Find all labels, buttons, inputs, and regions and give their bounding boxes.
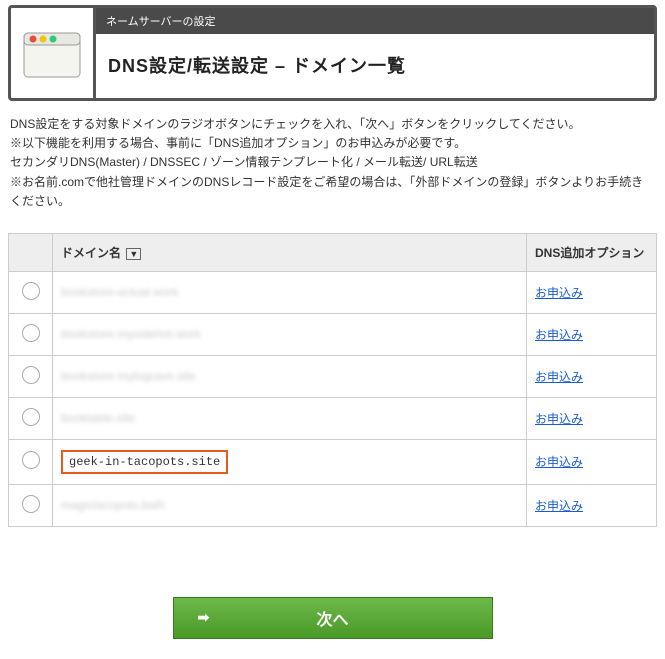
domain-name: bookstore-mysidehot.work: [61, 327, 201, 341]
radio-cell: [9, 355, 53, 397]
desc-line-4: ※お名前.comで他社管理ドメインのDNSレコード設定をご希望の場合は、「外部ド…: [10, 173, 655, 211]
table-row: booktable.site お申込み: [9, 397, 657, 439]
domain-radio[interactable]: [22, 495, 40, 513]
option-cell: お申込み: [527, 355, 657, 397]
description-block: DNS設定をする対象ドメインのラジオボタンにチェックを入れ、「次へ」ボタンをクリ…: [0, 101, 665, 221]
radio-cell: [9, 484, 53, 526]
domain-cell: bookstore-mytograve.site: [53, 355, 527, 397]
table-row: bookstore-actual.work お申込み: [9, 271, 657, 313]
header-panel: ネームサーバーの設定 DNS設定/転送設定 – ドメイン一覧: [8, 5, 657, 101]
domain-cell: booktable.site: [53, 397, 527, 439]
table-header-row: ドメイン名 ▼ DNS追加オプション: [9, 233, 657, 271]
table-row: geek-in-tacopots.site お申込み: [9, 439, 657, 484]
desc-line-1: DNS設定をする対象ドメインのラジオボタンにチェックを入れ、「次へ」ボタンをクリ…: [10, 115, 655, 134]
desc-line-3: セカンダリDNS(Master) / DNSSEC / ゾーン情報テンプレート化…: [10, 153, 655, 172]
radio-cell: [9, 313, 53, 355]
domain-header[interactable]: ドメイン名 ▼: [53, 233, 527, 271]
domain-cell: bookstore-mysidehot.work: [53, 313, 527, 355]
domain-cell: magictacopots.bath: [53, 484, 527, 526]
option-header: DNS追加オプション: [527, 233, 657, 271]
domain-radio[interactable]: [22, 451, 40, 469]
domain-name: bookstore-mytograve.site: [61, 369, 196, 383]
domain-radio[interactable]: [22, 366, 40, 384]
option-cell: お申込み: [527, 397, 657, 439]
domain-header-label: ドメイン名: [61, 246, 121, 260]
apply-link[interactable]: お申込み: [535, 328, 583, 342]
apply-link[interactable]: お申込み: [535, 499, 583, 513]
arrow-right-icon: ➡: [198, 609, 210, 626]
sort-icon[interactable]: ▼: [126, 248, 141, 260]
window-icon: [20, 25, 84, 81]
table-row: magictacopots.bath お申込み: [9, 484, 657, 526]
option-cell: お申込み: [527, 313, 657, 355]
apply-link[interactable]: お申込み: [535, 370, 583, 384]
domain-name: geek-in-tacopots.site: [61, 450, 228, 474]
header-text-area: ネームサーバーの設定 DNS設定/転送設定 – ドメイン一覧: [93, 8, 654, 98]
domain-name: bookstore-actual.work: [61, 285, 178, 299]
table-row: bookstore-mysidehot.work お申込み: [9, 313, 657, 355]
next-button-label: 次へ: [316, 606, 348, 630]
domain-name: booktable.site: [61, 411, 135, 425]
option-cell: お申込み: [527, 271, 657, 313]
option-cell: お申込み: [527, 439, 657, 484]
domain-radio[interactable]: [22, 408, 40, 426]
page-title: DNS設定/転送設定 – ドメイン一覧: [96, 34, 654, 98]
option-cell: お申込み: [527, 484, 657, 526]
radio-header: [9, 233, 53, 271]
radio-cell: [9, 397, 53, 439]
next-button[interactable]: ➡ 次へ: [173, 597, 493, 639]
breadcrumb: ネームサーバーの設定: [96, 8, 654, 34]
radio-cell: [9, 271, 53, 313]
domain-radio[interactable]: [22, 324, 40, 342]
table-row: bookstore-mytograve.site お申込み: [9, 355, 657, 397]
apply-link[interactable]: お申込み: [535, 412, 583, 426]
radio-cell: [9, 439, 53, 484]
domain-table: ドメイン名 ▼ DNS追加オプション bookstore-actual.work…: [8, 233, 657, 527]
domain-radio[interactable]: [22, 282, 40, 300]
apply-link[interactable]: お申込み: [535, 286, 583, 300]
app-icon-cell: [11, 8, 93, 98]
domain-cell: geek-in-tacopots.site: [53, 439, 527, 484]
domain-cell: bookstore-actual.work: [53, 271, 527, 313]
apply-link[interactable]: お申込み: [535, 455, 583, 469]
desc-line-2: ※以下機能を利用する場合、事前に「DNS追加オプション」のお申込みが必要です。: [10, 134, 655, 153]
domain-name: magictacopots.bath: [61, 498, 165, 512]
